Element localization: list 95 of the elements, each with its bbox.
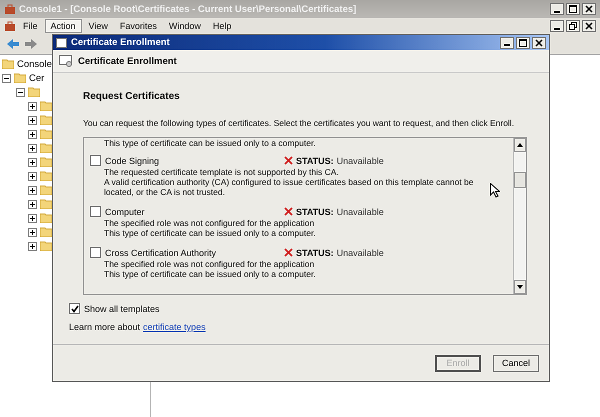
dialog-header: Certificate Enrollment xyxy=(78,56,177,66)
up-arrow-icon xyxy=(517,143,523,147)
scroll-down-button[interactable] xyxy=(514,280,526,294)
certificate-types-link[interactable]: certificate types xyxy=(143,322,206,332)
expand-icon[interactable] xyxy=(28,186,37,194)
maximize-icon xyxy=(569,5,577,13)
maximize-button[interactable] xyxy=(566,3,580,15)
template-name[interactable]: Cross Certification Authority xyxy=(105,248,284,258)
scroll-thumb[interactable] xyxy=(514,172,526,188)
folder-icon xyxy=(40,199,52,209)
template-name[interactable]: Code Signing xyxy=(105,156,284,166)
checkbox-label[interactable]: Show all templates xyxy=(84,304,160,314)
close-icon xyxy=(585,22,593,30)
template-name[interactable]: Computer xyxy=(105,206,284,216)
expand-icon[interactable] xyxy=(28,144,37,152)
folder-icon xyxy=(28,87,40,97)
restore-icon xyxy=(569,22,577,30)
collapse-icon[interactable] xyxy=(16,88,25,96)
menu-item[interactable]: Action xyxy=(44,19,82,33)
description-text: A valid certification authority (CA) configured to issue certificates based on this template cannot be located, or the CA is not trusted. xyxy=(103,177,474,197)
dialog-title: Certificate Enrollment xyxy=(71,37,170,48)
close-button[interactable] xyxy=(532,36,546,48)
tree-item[interactable]: Cer xyxy=(29,72,44,84)
checkbox[interactable] xyxy=(90,206,101,217)
status-value: Unavailable xyxy=(336,156,384,166)
menu-item[interactable]: Window xyxy=(164,20,206,32)
checkbox[interactable] xyxy=(69,303,80,314)
certificate-icon xyxy=(59,55,73,67)
error-x-icon xyxy=(284,207,293,216)
folder-icon xyxy=(40,129,52,139)
folder-icon xyxy=(40,185,52,195)
description-text: The requested certificate template is not supported by this CA. xyxy=(103,167,340,177)
minimize-button[interactable] xyxy=(550,3,564,15)
status-value: Unavailable xyxy=(336,248,384,258)
menu-item[interactable]: View xyxy=(84,20,113,32)
description-text: The specified role was not configured for the application xyxy=(103,218,316,228)
section-heading: Request Certificates xyxy=(83,91,181,102)
folder-icon xyxy=(40,171,52,181)
status-label: STATUS: xyxy=(296,156,334,166)
checkbox[interactable] xyxy=(90,247,101,258)
status-value: Unavailable xyxy=(336,206,384,216)
expand-icon[interactable] xyxy=(28,130,37,138)
collapse-icon[interactable] xyxy=(2,74,11,82)
scrollbar[interactable] xyxy=(513,138,526,294)
toolbox-icon xyxy=(4,3,16,15)
restore-button[interactable] xyxy=(566,20,580,32)
tree-item[interactable]: Console xyxy=(17,58,52,70)
down-arrow-icon xyxy=(517,285,523,289)
folder-icon xyxy=(40,143,52,153)
folder-icon xyxy=(40,241,52,251)
expand-icon[interactable] xyxy=(28,228,37,236)
toolbox-icon[interactable] xyxy=(4,20,16,32)
maximize-button[interactable] xyxy=(516,36,530,48)
folder-icon xyxy=(40,227,52,237)
forward-arrow-icon[interactable] xyxy=(24,38,38,50)
instruction-text: You can request the following types of certificates. Select the certificates you want to request, and then click Enroll. xyxy=(83,118,516,128)
close-icon xyxy=(535,38,543,46)
expand-icon[interactable] xyxy=(28,200,37,208)
description-text: This type of certificate can be issued only to a computer. xyxy=(103,138,317,148)
certificate-icon xyxy=(56,38,67,48)
menu-item[interactable]: Favorites xyxy=(114,20,162,32)
menu-item[interactable]: Help xyxy=(208,20,236,32)
description-text: This type of certificate can be issued only to a computer. xyxy=(103,269,317,279)
back-arrow-icon[interactable] xyxy=(6,38,20,50)
scroll-up-button[interactable] xyxy=(514,138,526,152)
minimize-button[interactable] xyxy=(550,20,564,32)
expand-icon[interactable] xyxy=(28,102,37,110)
error-x-icon xyxy=(284,156,293,165)
close-button[interactable] xyxy=(582,20,596,32)
folder-icon xyxy=(14,73,26,83)
error-x-icon xyxy=(284,248,293,257)
expand-icon[interactable] xyxy=(28,158,37,166)
mouse-pointer-icon xyxy=(490,183,500,198)
expand-icon[interactable] xyxy=(28,214,37,222)
folder-icon xyxy=(40,157,52,167)
minimize-button[interactable] xyxy=(500,36,514,48)
folder-icon xyxy=(2,59,14,69)
description-text: The specified role was not configured for the application xyxy=(103,259,316,269)
description-text: This type of certificate can be issued only to a computer. xyxy=(103,228,317,238)
folder-icon xyxy=(40,115,52,125)
help-text: Learn more about xyxy=(69,322,140,332)
maximize-icon xyxy=(519,38,527,46)
checkbox[interactable] xyxy=(90,155,101,166)
dialog-button[interactable]: Cancel xyxy=(493,354,539,372)
window-title: Console1 - [Console Root\Certificates - Current User\Personal\Certificates] xyxy=(19,4,356,14)
status-label: STATUS: xyxy=(296,206,334,216)
expand-icon[interactable] xyxy=(28,116,37,124)
close-button[interactable] xyxy=(582,3,596,15)
menu-item[interactable]: File xyxy=(18,20,43,32)
folder-icon xyxy=(40,101,52,111)
expand-icon[interactable] xyxy=(28,242,37,250)
close-icon xyxy=(585,5,593,13)
expand-icon[interactable] xyxy=(28,172,37,180)
status-label: STATUS: xyxy=(296,248,334,258)
folder-icon xyxy=(40,213,52,223)
